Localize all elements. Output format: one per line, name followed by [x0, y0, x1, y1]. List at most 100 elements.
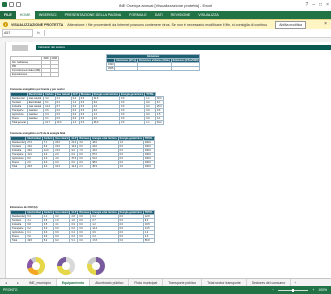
status-bar: PRONTO − + 100%: [0, 286, 331, 294]
section1: Consumo energético por fuente y por sect…: [10, 88, 164, 125]
energy-table: Electricidad Carbón Gas natural GLP Biomasa E…: [10, 92, 164, 125]
table-cell[interactable]: Total general: [10, 120, 28, 125]
maximize-button[interactable]: □: [319, 2, 322, 8]
section2: Consumo energético en % de la energía fi…: [9, 132, 155, 169]
table-cell[interactable]: 17.8: [90, 238, 119, 243]
pie-hole: [62, 262, 70, 270]
table-header-cell: Electricidad: [25, 136, 43, 141]
ribbon-tabs: FILE HOME INSERISCI PRESENTAZIONE DELLA …: [0, 11, 331, 19]
enable-editing-button[interactable]: Abilita modifica: [275, 20, 307, 29]
table-header-cell: Energía geotérmica: [119, 92, 146, 97]
add-sheet-button[interactable]: +: [294, 281, 296, 285]
table-header-cell: Electricidad: [26, 92, 45, 97]
row-label: Exportaciones: [9, 72, 43, 77]
sheet-banner: Indicatori del settore: [36, 45, 331, 50]
row-label: Importaciones totales (M$): [9, 68, 43, 73]
section1-title: Consumo energético por fuente y por sect…: [10, 88, 65, 91]
table-cell[interactable]: 26.9: [91, 120, 121, 125]
energy-percent-table: Electricidad Carbón Gas natural GLP Biomasa E…: [9, 136, 155, 169]
table-cell[interactable]: 1.1: [144, 120, 156, 125]
table-header-cell: Carbón: [43, 92, 56, 97]
table-header-cell: TOTAL: [144, 92, 156, 97]
close-icon[interactable]: ×: [324, 21, 327, 27]
table-cell[interactable]: 1.4: [70, 120, 80, 125]
table-cell[interactable]: Total: [9, 164, 27, 169]
table-row: Total general 21.7 13.0 1.4 0.0 26.9 0.0 1.1 64.…: [10, 120, 164, 125]
table-cell[interactable]: 0.0: [77, 238, 92, 243]
help-button[interactable]: ?: [305, 2, 308, 8]
tab-page-layout[interactable]: PRESENTAZIONE DELLA PAGINA: [61, 11, 126, 19]
tab-review[interactable]: REVISIONE: [167, 11, 195, 19]
table-cell[interactable]: Residencial: [9, 140, 27, 145]
table-cell[interactable]: 0.0: [78, 120, 93, 125]
table-cell[interactable]: 13.0: [54, 120, 72, 125]
table-cell[interactable]: 16.2: [53, 164, 71, 169]
zoom-thumb[interactable]: [292, 288, 295, 292]
table-cell[interactable]: 24.5: [25, 164, 43, 169]
table-header-cell: Carbón: [41, 210, 55, 215]
table-header-cell: TOTAL: [142, 136, 155, 141]
tab-view[interactable]: VISUALIZZA: [194, 11, 223, 19]
table-header-cell: TOTAL: [142, 210, 155, 215]
formula-input[interactable]: [43, 30, 331, 36]
emissions-table: Electricidad Carbón Gas natural GLP Biomasa E…: [9, 210, 155, 243]
table-cell[interactable]: 100.0: [142, 164, 155, 169]
worksheet[interactable]: Indicatori del settore 1990 2008 Nro. ha…: [6, 42, 331, 278]
table-cell[interactable]: 14.3: [69, 164, 79, 169]
table-header-cell: Gas natural: [54, 92, 72, 97]
table-header-cell: Energía geotérmica: [117, 210, 144, 215]
tab-scroll-left-icon[interactable]: ◂: [0, 281, 12, 285]
table-header-cell: Electricidad: [25, 210, 43, 215]
zoom-out-button[interactable]: −: [272, 288, 274, 292]
pie-charts: [27, 257, 105, 275]
table-cell[interactable]: 30.0: [154, 96, 164, 101]
tab-formulas[interactable]: FORMULE: [125, 11, 151, 19]
table-header-cell: Gas natural: [53, 136, 71, 141]
table-cell[interactable]: 0.0: [117, 238, 144, 243]
tab-home[interactable]: HOME: [15, 11, 35, 19]
emissions-summary-table: Emisiones Emisiones (kTon) Emisiones uni…: [105, 54, 201, 71]
tab-scroll-right-icon[interactable]: ▸: [12, 281, 24, 285]
table-cell[interactable]: 35.9: [90, 164, 119, 169]
zoom-level: 100%: [318, 288, 327, 292]
table-cell[interactable]: Total: [9, 238, 27, 243]
title-bar: INE Ocenya annual [Visualizzazione prote…: [0, 0, 331, 11]
table-cell[interactable]: [26, 120, 45, 125]
fx-icon[interactable]: fx: [37, 31, 40, 35]
name-box[interactable]: A57: [2, 29, 33, 37]
table-header-cell: Energía solar térmica: [91, 92, 121, 97]
indicators-block: 1990 2008 Nro. habitantes PIB Importacio…: [9, 56, 59, 77]
table-cell[interactable]: 6.0: [41, 164, 55, 169]
window-controls: ? – □ ×: [305, 2, 329, 8]
table-header-cell: Energía solar térmica: [90, 210, 119, 215]
table-cell[interactable]: 0.0: [119, 120, 146, 125]
table-cell[interactable]: 64.2: [154, 120, 164, 125]
table-cell[interactable]: 21.7: [43, 120, 56, 125]
formula-bar: A57 fx: [0, 29, 331, 38]
tab-data[interactable]: DATI: [151, 11, 167, 19]
section3-title: Emisiones de CO2 (kt): [10, 206, 38, 209]
table-cell[interactable]: 25.3: [154, 104, 164, 109]
table-cell[interactable]: Residencial: [9, 214, 27, 219]
minimize-button[interactable]: –: [312, 2, 315, 8]
table-cell[interactable]: 5.2: [41, 238, 55, 243]
close-button[interactable]: ×: [326, 2, 329, 8]
table-header-cell: Energía geotérmica: [117, 136, 144, 141]
table-cell[interactable]: 9.2: [53, 238, 71, 243]
table-cell[interactable]: 1.0: [117, 164, 144, 169]
table-cell[interactable]: 2.1: [77, 164, 92, 169]
tab-file[interactable]: FILE: [0, 11, 16, 19]
protected-view-message: Attenzione: i file provenienti da Intern…: [67, 22, 267, 27]
zoom-in-button[interactable]: +: [312, 288, 314, 292]
pie-hole: [32, 262, 40, 270]
section2-title: Consumo energético en % de la energía fi…: [10, 132, 66, 135]
table-cell[interactable]: 56.8: [142, 238, 155, 243]
status-ready: PRONTO: [3, 288, 18, 292]
tab-insert[interactable]: INSERISCI: [35, 11, 61, 19]
table-header-cell: Gas natural: [53, 210, 71, 215]
table-cell[interactable]: 19.5: [25, 238, 43, 243]
table-cell[interactable]: 5.1: [69, 238, 79, 243]
pie-hole: [92, 262, 100, 270]
section3: Emisiones de CO2 (kt) Electricidad Carbón…: [9, 206, 155, 243]
zoom-slider[interactable]: [278, 288, 309, 292]
